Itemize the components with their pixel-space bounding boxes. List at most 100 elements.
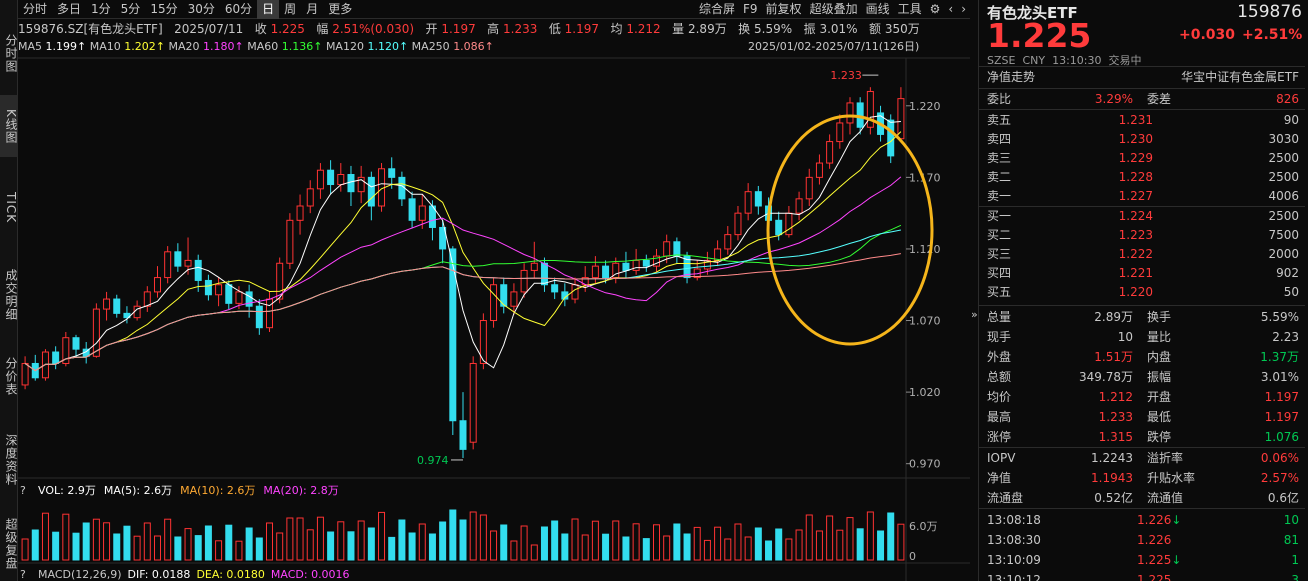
- ask-price: 1.231: [1118, 113, 1153, 127]
- ask-label: 卖三: [987, 151, 1012, 165]
- ma-legend-item-5: MA250 1.086↑: [412, 40, 494, 53]
- ask-row[interactable]: 卖三 1.229 2500: [979, 149, 1305, 168]
- candle: [805, 168, 813, 206]
- volume-bar: [255, 537, 263, 561]
- ask-price: 1.228: [1118, 170, 1153, 184]
- period-tab-5[interactable]: 30分: [183, 0, 220, 19]
- quote-panel: 有色龙头ETF 159876 1.225 +0.030 +2.51% SZSE …: [971, 0, 1308, 581]
- candle: [164, 246, 172, 284]
- ask-row[interactable]: 卖一 1.227 4006: [979, 187, 1305, 206]
- bid-row[interactable]: 买四 1.221 902: [979, 264, 1305, 283]
- stats-value: 1.076: [1264, 430, 1299, 444]
- bid-label: 买一: [987, 209, 1012, 223]
- tool-button-2[interactable]: 前复权: [762, 0, 806, 19]
- sidebar-tab-3[interactable]: 成交明细: [0, 255, 18, 335]
- candle: [113, 294, 121, 318]
- candle: [52, 346, 60, 370]
- volume-bar: [765, 540, 773, 561]
- stats-row: 总额 349.78万 振幅 3.01%: [979, 368, 1305, 387]
- volume-bar: [887, 512, 895, 561]
- open-value: 1.197: [441, 22, 476, 36]
- volume-bar: [530, 544, 538, 561]
- volume-bar: [561, 533, 569, 561]
- tool-button-3[interactable]: 超级叠加: [806, 0, 862, 19]
- candle: [795, 191, 803, 221]
- bid-row[interactable]: 买三 1.222 2000: [979, 245, 1305, 264]
- stats-row: 最高 1.233 最低 1.197: [979, 408, 1305, 427]
- bid-row[interactable]: 买一 1.224 2500: [979, 207, 1305, 226]
- back-arrow-icon[interactable]: ‹: [944, 0, 957, 19]
- period-tab-4[interactable]: 15分: [145, 0, 182, 19]
- sidebar-tab-6[interactable]: 超级复盘: [0, 508, 18, 580]
- bid-qty: 2500: [1268, 209, 1299, 223]
- sidebar-tab-5[interactable]: 深度资料: [0, 420, 18, 500]
- period-tab-0[interactable]: 分时: [18, 0, 52, 19]
- bid-row[interactable]: 买五 1.220 50: [979, 283, 1305, 302]
- kline-chart-svg[interactable]: 2025/01/02-2025/07/11(126日)1.2201.1701.1…: [18, 40, 970, 581]
- forward-arrow-icon[interactable]: ›: [957, 0, 970, 19]
- candle: [642, 254, 650, 272]
- candle-body: [490, 284, 498, 322]
- candle-body: [897, 98, 905, 140]
- period-tab-3[interactable]: 5分: [116, 0, 146, 19]
- candle: [744, 183, 752, 221]
- tool-button-4[interactable]: 画线: [862, 0, 894, 19]
- volume-bar: [571, 518, 579, 561]
- volume-bar: [510, 540, 518, 561]
- candle-body: [887, 119, 895, 157]
- stats-label: 总额: [987, 370, 1012, 384]
- volume-bar: [82, 522, 90, 561]
- tool-button-1[interactable]: F9: [739, 0, 762, 19]
- candle: [652, 248, 660, 272]
- volume-bar: [276, 532, 284, 561]
- nav-trend-tab[interactable]: 净值走势: [987, 68, 1035, 87]
- bid-price: 1.224: [1118, 209, 1153, 223]
- nav-trend-row[interactable]: 净值走势 华宝中证有色金属ETF: [979, 68, 1305, 87]
- sidebar-tab-1[interactable]: K线图: [0, 95, 18, 157]
- date-range-label[interactable]: 2025/01/02-2025/07/11(126日): [748, 40, 919, 53]
- gear-icon[interactable]: ⚙: [926, 0, 945, 19]
- period-tab-9[interactable]: 月: [301, 0, 323, 19]
- stats-label: 最低: [1147, 410, 1172, 424]
- period-tab-1[interactable]: 多日: [52, 0, 86, 19]
- volume-bar: [897, 523, 905, 561]
- ask-label: 卖二: [987, 170, 1012, 184]
- candle-body: [367, 176, 375, 207]
- volume-bar: [632, 523, 640, 561]
- sidebar-tab-4[interactable]: 分价表: [0, 345, 18, 407]
- bid-label: 买五: [987, 285, 1012, 299]
- ma-label: MA20: [168, 40, 200, 53]
- ask-row[interactable]: 卖五 1.231 90: [979, 111, 1305, 130]
- avg-value: 1.212: [626, 22, 661, 36]
- kline-chart-area[interactable]: 2025/01/02-2025/07/11(126日) 1.220 1.170 1.1…: [18, 40, 970, 581]
- sidebar-tab-2[interactable]: TICK: [0, 168, 18, 248]
- volume-pane-toggle-icon[interactable]: ?: [20, 484, 26, 497]
- period-tab-6[interactable]: 60分: [220, 0, 257, 19]
- ask-row[interactable]: 卖二 1.228 2500: [979, 168, 1305, 187]
- tick-qty: 1: [1291, 553, 1299, 567]
- expand-panel-icon[interactable]: »: [971, 308, 978, 321]
- sidebar-tab-0[interactable]: 分时图: [0, 22, 18, 84]
- volume-bar: [316, 516, 324, 561]
- ma-value: 1.136↑: [281, 40, 323, 53]
- volume-bar: [235, 540, 243, 561]
- volume-bar: [622, 536, 630, 561]
- period-tab-7[interactable]: 日: [257, 0, 280, 19]
- volume-bar: [306, 529, 314, 561]
- candle: [439, 220, 447, 264]
- volume-bar: [490, 530, 498, 561]
- iopv-value: 1.2243: [1091, 451, 1133, 465]
- bid-price: 1.222: [1118, 247, 1153, 261]
- macd-pane-toggle-icon[interactable]: ?: [20, 568, 26, 581]
- period-tab-8[interactable]: 周: [279, 0, 301, 19]
- volume-bar: [500, 524, 508, 561]
- tool-button-5[interactable]: 工具: [894, 0, 926, 19]
- period-tab-10[interactable]: 更多: [323, 0, 357, 19]
- bid-label: 买二: [987, 228, 1012, 242]
- bid-row[interactable]: 买二 1.223 7500: [979, 226, 1305, 245]
- tool-button-0[interactable]: 综合屏: [695, 0, 739, 19]
- volume-bar: [164, 518, 172, 561]
- period-tab-2[interactable]: 1分: [86, 0, 116, 19]
- highlight-ellipse: [766, 114, 934, 346]
- ask-row[interactable]: 卖四 1.230 3030: [979, 130, 1305, 149]
